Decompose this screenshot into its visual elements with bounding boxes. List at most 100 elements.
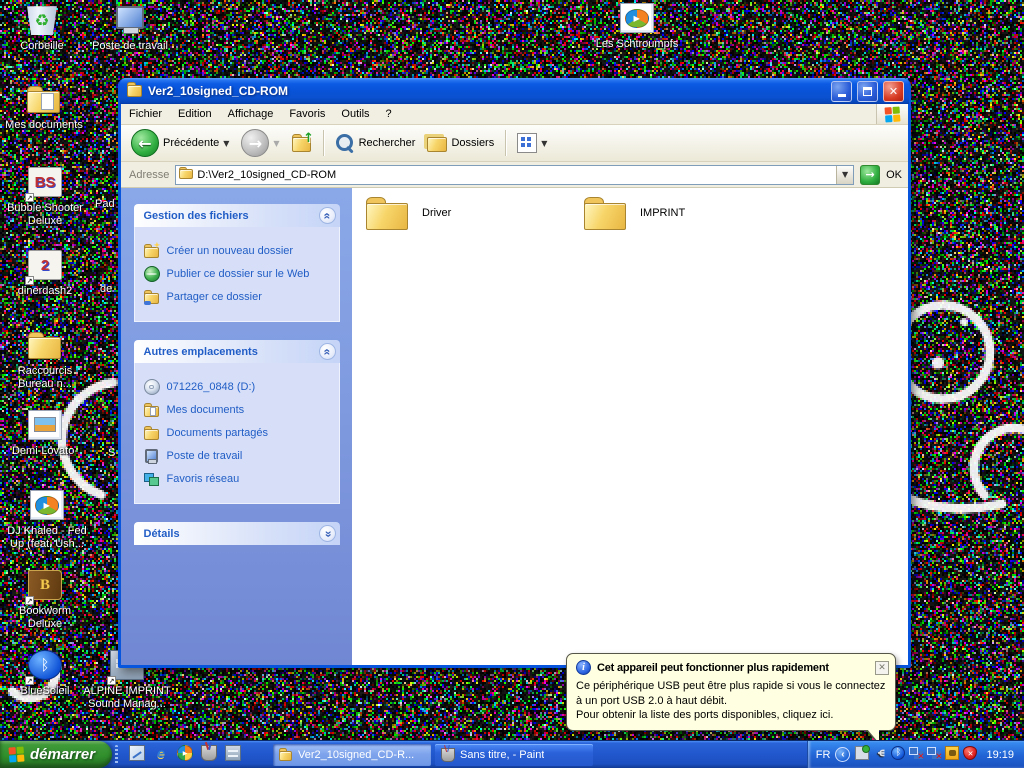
- address-dropdown-button[interactable]: ▼: [836, 166, 853, 184]
- file-tile-imprint[interactable]: IMPRINT: [584, 195, 794, 231]
- task-link-my-computer[interactable]: Poste de travail: [144, 448, 335, 464]
- file-list-area[interactable]: DriverIMPRINT: [352, 188, 908, 665]
- desktop-icon-bubble-shooter[interactable]: BS↗Bubble Shooter Deluxe: [2, 167, 88, 228]
- back-button[interactable]: ← Précédente ▼: [127, 127, 233, 159]
- my-computer-icon: [144, 448, 160, 464]
- balloon-text-line: Ce périphérique USB peut être plus rapid…: [576, 679, 887, 694]
- search-label: Rechercher: [359, 137, 416, 149]
- internet-explorer-icon: e: [153, 745, 169, 761]
- task-link-cd-drive[interactable]: 071226_0848 (D:): [144, 379, 335, 395]
- desktop-icon-corbeille[interactable]: Corbeille: [4, 5, 80, 53]
- close-button[interactable]: ✕: [883, 81, 904, 102]
- task-link-share-folder[interactable]: Partager ce dossier: [144, 289, 335, 305]
- menu-item-edition[interactable]: Edition: [170, 104, 220, 124]
- desktop-icon-les-schtroumpfs[interactable]: Les Schtroumpfs: [580, 3, 694, 51]
- balloon-body[interactable]: Ce périphérique USB peut être plus rapid…: [567, 677, 895, 730]
- views-dropdown-icon[interactable]: ▼: [541, 139, 547, 148]
- desktop: CorbeillePoste de travailLes Schtroumpfs…: [0, 0, 1024, 768]
- desktop-icon-dj-khaled[interactable]: DJ Khaled - Fed Up (feat. Ush...: [0, 490, 94, 551]
- go-button[interactable]: →: [860, 165, 880, 185]
- task-link-new-folder[interactable]: Créer un nouveau dossier: [144, 243, 335, 259]
- network-disconnected-icon: [909, 746, 923, 760]
- tray-collapse-button[interactable]: ‹: [835, 747, 850, 762]
- explorer-window: Ver2_10signed_CD-ROM ✕ FichierEditionAff…: [118, 78, 911, 668]
- shared-folder-icon: [144, 425, 160, 441]
- taskbar-button[interactable]: Sans titre, - Paint: [435, 744, 593, 766]
- language-indicator[interactable]: FR: [816, 749, 831, 761]
- task-link-shared-folder[interactable]: Documents partagés: [144, 425, 335, 441]
- tray-safely-remove-hardware[interactable]: [855, 746, 869, 763]
- task-link-web-publish[interactable]: Publier ce dossier sur le Web: [144, 266, 335, 282]
- minimize-button[interactable]: [831, 81, 852, 102]
- taskbar: démarrer e Ver2_10signed_CD-R... Sans tit…: [0, 740, 1024, 768]
- taskbar-button[interactable]: Ver2_10signed_CD-R...: [273, 744, 431, 766]
- tray-bluetooth[interactable]: ᛒ: [891, 746, 905, 763]
- menu-item-affichage[interactable]: Affichage: [220, 104, 282, 124]
- usb-device-icon: Ψ: [873, 746, 887, 760]
- quick-launch-show-desktop[interactable]: [129, 745, 145, 764]
- shortcut-arrow-icon: ↗: [25, 276, 34, 285]
- chevron-up-icon[interactable]: «: [319, 207, 336, 224]
- quick-launch-grip[interactable]: [115, 745, 118, 764]
- chevron-up-icon[interactable]: «: [319, 343, 336, 360]
- app-icon: [225, 745, 241, 761]
- tray-network-disconnected[interactable]: [909, 746, 923, 763]
- section-title: Détails: [144, 528, 180, 540]
- start-button[interactable]: démarrer: [0, 741, 112, 768]
- desktop-icon-poste-de-travail[interactable]: Poste de travail: [84, 5, 176, 53]
- quick-launch-paint[interactable]: [201, 745, 217, 764]
- desktop-icon-raccourcis-bureau[interactable]: Raccourcis Bureau n...: [2, 330, 88, 391]
- section-header[interactable]: Détails «: [134, 522, 340, 545]
- up-button[interactable]: [288, 131, 316, 155]
- chevron-down-icon[interactable]: «: [319, 525, 336, 542]
- windows-logo: [876, 104, 908, 124]
- folder-icon: [279, 748, 293, 762]
- search-button[interactable]: Rechercher: [331, 131, 420, 155]
- taskbar-button-label: Ver2_10signed_CD-R...: [298, 749, 414, 761]
- desktop-icon-bookworm[interactable]: B↗Bookworm Deluxe: [2, 570, 88, 631]
- title-bar[interactable]: Ver2_10signed_CD-ROM ✕: [120, 78, 909, 104]
- task-link-my-documents[interactable]: Mes documents: [144, 402, 335, 418]
- address-input[interactable]: D:\Ver2_10signed_CD-ROM ▼: [175, 165, 854, 185]
- toolbar: ← Précédente ▼ → ▼ Rechercher Dossiers ▼: [121, 125, 908, 162]
- menu-item-fichier[interactable]: Fichier: [121, 104, 170, 124]
- toolbar-separator: [505, 130, 506, 156]
- tray-network-disconnected-2[interactable]: [927, 746, 941, 763]
- section-header[interactable]: Gestion des fichiers«: [134, 204, 340, 227]
- window-title: Ver2_10signed_CD-ROM: [148, 84, 826, 98]
- task-link-network[interactable]: Favoris réseau: [144, 471, 335, 487]
- desktop-icon-demi-lovato[interactable]: Demi-Lovato-: [2, 410, 88, 458]
- tray-alpine-updates[interactable]: [945, 746, 959, 763]
- quick-launch-app[interactable]: [225, 745, 241, 764]
- network-icon: [144, 471, 160, 487]
- task-link-label: Publier ce dossier sur le Web: [167, 268, 310, 280]
- section-header[interactable]: Autres emplacements«: [134, 340, 340, 363]
- balloon-close-button[interactable]: ✕: [875, 661, 889, 675]
- balloon-text-line: à un port USB 2.0 à haut débit.: [576, 694, 887, 709]
- web-publish-icon: [144, 266, 160, 282]
- folders-button[interactable]: Dossiers: [423, 131, 498, 155]
- maximize-button[interactable]: [857, 81, 878, 102]
- back-dropdown-icon[interactable]: ▼: [223, 139, 229, 148]
- menu-item-favoris[interactable]: Favoris: [281, 104, 333, 124]
- quick-launch-internet-explorer[interactable]: e: [153, 745, 169, 764]
- menu-item-outils[interactable]: Outils: [333, 104, 377, 124]
- desktop-icon-bluesoleil[interactable]: ᛒ↗BlueSoleil: [2, 650, 88, 698]
- views-button[interactable]: ▼: [513, 131, 551, 155]
- menu-item-?[interactable]: ?: [378, 104, 400, 124]
- desktop-icon-mes-documents[interactable]: Mes documents: [0, 84, 88, 132]
- quick-launch-windows-media-player[interactable]: [177, 745, 193, 764]
- file-tile-driver[interactable]: Driver: [366, 195, 576, 231]
- section-body: 071226_0848 (D:) Mes documents Documents p…: [134, 363, 340, 504]
- usb-notification-balloon[interactable]: i Cet appareil peut fonctionner plus rap…: [566, 653, 896, 731]
- folder-icon: [584, 195, 628, 231]
- desktop-icon-dinerdash2[interactable]: 2↗dinerdash2: [2, 250, 88, 298]
- tray-security-alert[interactable]: ✕: [963, 746, 977, 763]
- task-pane-section: Autres emplacements« 071226_0848 (D:) Mes …: [134, 340, 340, 504]
- address-value: D:\Ver2_10signed_CD-ROM: [197, 169, 832, 181]
- quick-launch-bar: e: [121, 741, 249, 768]
- forward-button[interactable]: → ▼: [237, 127, 283, 159]
- start-label: démarrer: [30, 746, 95, 763]
- show-desktop-icon: [129, 745, 145, 761]
- tray-usb-device[interactable]: Ψ: [873, 746, 887, 763]
